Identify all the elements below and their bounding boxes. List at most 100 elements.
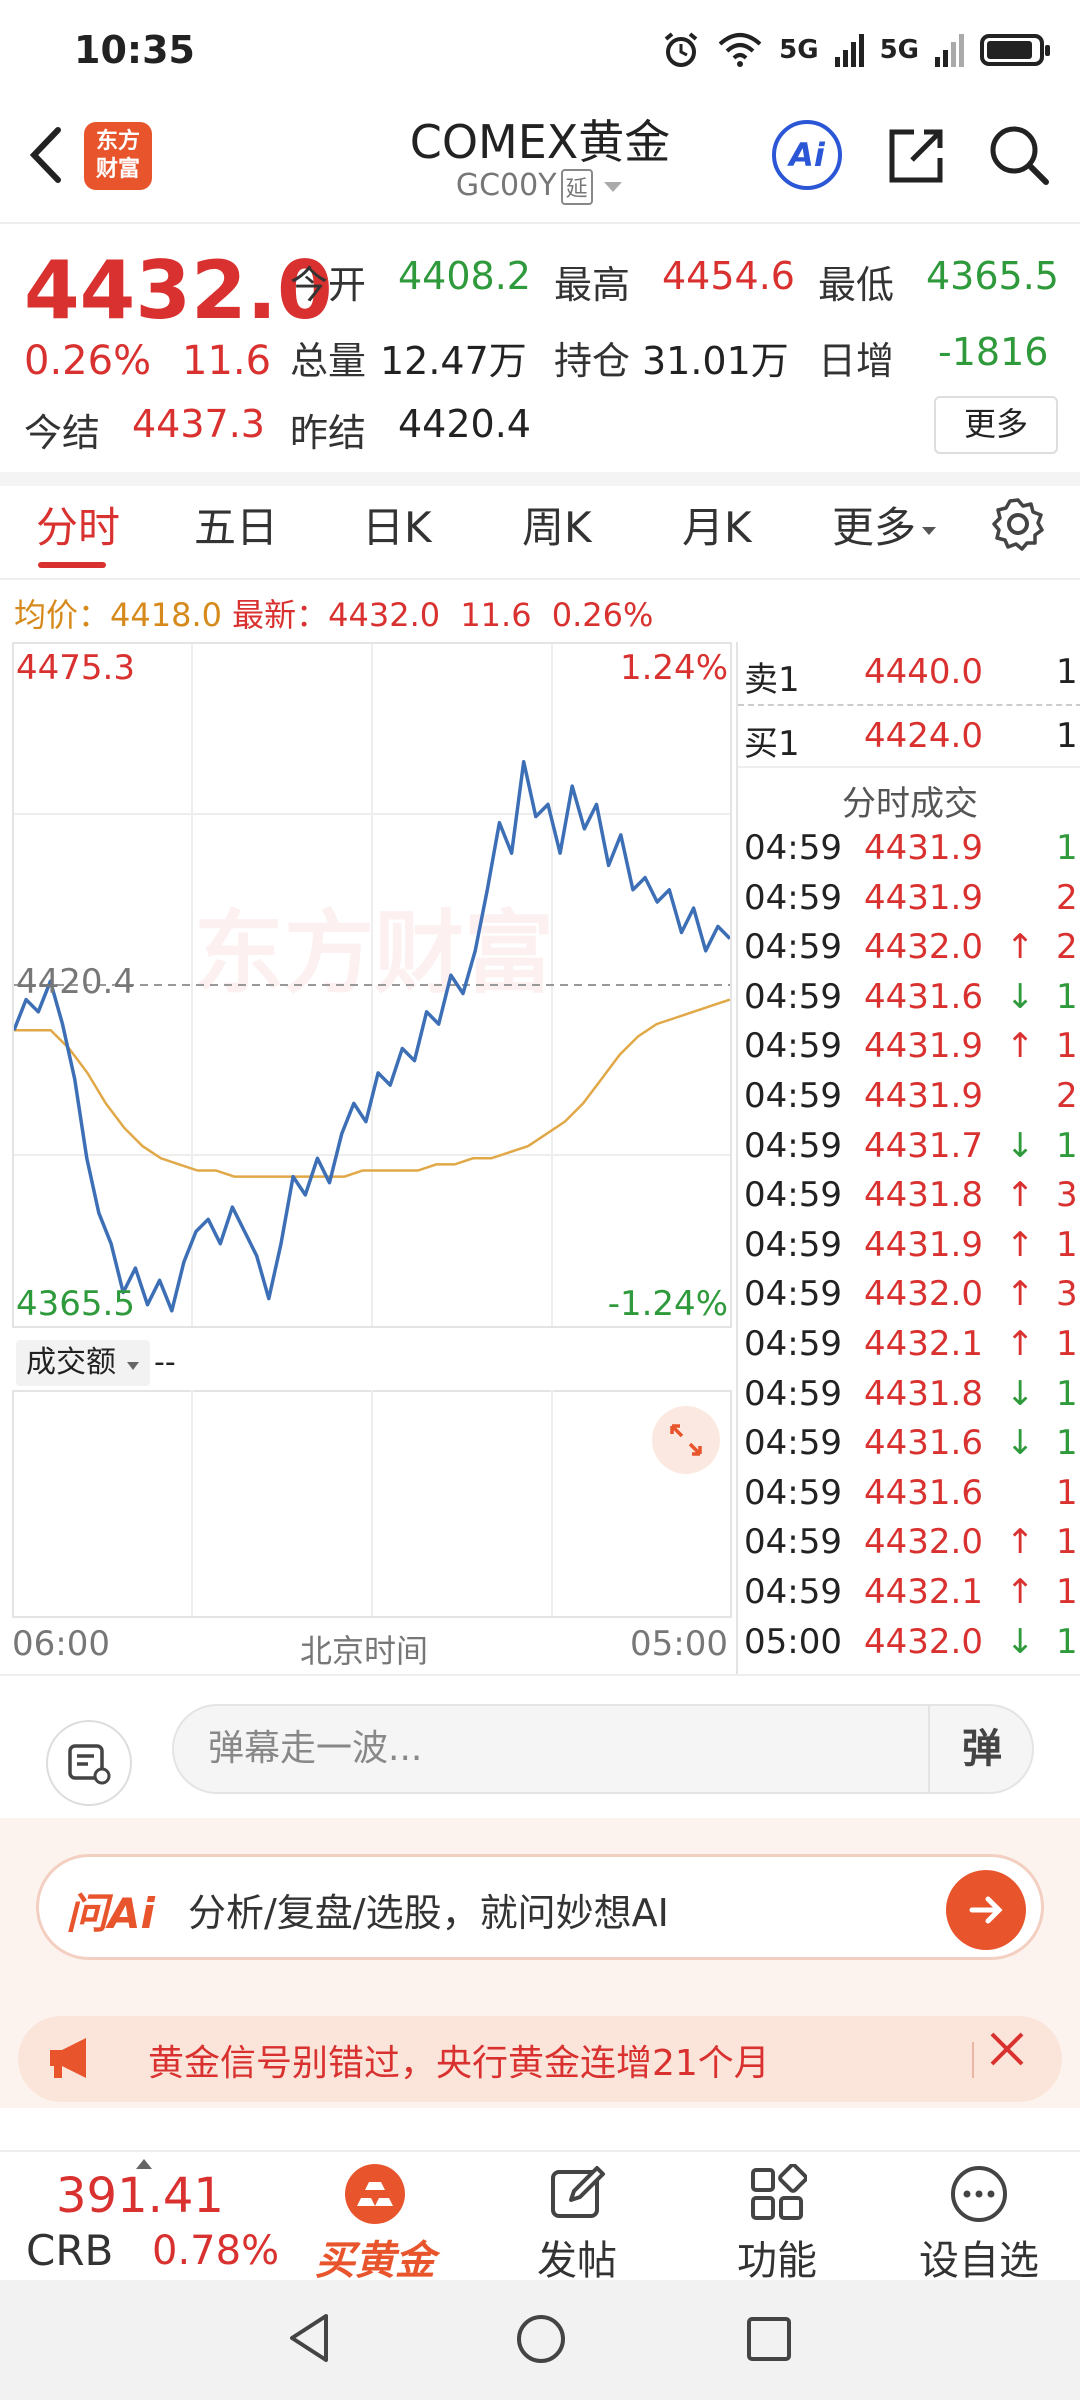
nav-post[interactable]: 发帖 [502, 2162, 652, 2286]
circle-home-icon [517, 2315, 565, 2363]
system-back-button[interactable] [284, 2310, 334, 2370]
ref-price-label: 4420.4 [16, 962, 135, 1002]
triangle-back-icon [290, 2314, 328, 2362]
nav-buy-gold[interactable]: 买黄金 [300, 2162, 450, 2286]
trade-time: 04:59 [744, 1373, 842, 1414]
volume-value: -- [154, 1345, 176, 1380]
trade-row: 04:59 4432.0 ↑ 2 [738, 927, 1080, 977]
section-gap [0, 472, 1080, 486]
trade-time: 04:59 [744, 1274, 842, 1315]
nav-functions[interactable]: 功能 [702, 2162, 852, 2286]
notice-divider [972, 2042, 974, 2078]
trade-time: 04:59 [744, 1026, 842, 1067]
trade-price: 4431.8 [864, 1175, 983, 1216]
arrow-right-icon [969, 1896, 1003, 1924]
system-recents-button[interactable] [744, 2314, 794, 2368]
trade-row: 04:59 4431.6 ↓ 1 [738, 977, 1080, 1027]
volume-select-label: 成交额 [26, 1345, 116, 1380]
pct-min-label: -1.24% [607, 1284, 728, 1324]
latest-percent: 0.26% [551, 596, 654, 634]
ask-price: 4440.0 [864, 652, 983, 692]
trade-price: 4431.6 [864, 976, 983, 1017]
ai-logo: 问Ai [66, 1889, 155, 1938]
trade-direction: ↑ [1006, 1026, 1035, 1067]
trade-price: 4431.9 [864, 1026, 983, 1067]
tab-daily-k[interactable]: 日K [362, 494, 432, 555]
trade-row: 04:59 4431.6 1 [738, 1473, 1080, 1523]
trade-row: 04:59 4431.9 2 [738, 878, 1080, 928]
trade-qty: 1 [1056, 1621, 1078, 1662]
index-percent[interactable]: 0.78% [152, 2228, 279, 2274]
signal-icon-2 [935, 33, 964, 67]
nav-post-label: 发帖 [537, 2238, 617, 2284]
volume-indicator-select[interactable]: 成交额 [16, 1340, 150, 1386]
trade-row: 04:59 4432.0 ↑ 1 [738, 1522, 1080, 1572]
trade-time: 05:00 [744, 1621, 842, 1662]
ai-go-button[interactable] [946, 1870, 1026, 1950]
nav-add-watchlist-label: 设自选 [919, 2238, 1039, 2284]
trade-qty: 1 [1056, 1522, 1078, 1563]
trade-time: 04:59 [744, 1224, 842, 1265]
barrage-input[interactable]: 弹幕走一波... [172, 1704, 1034, 1794]
trade-direction: ↓ [1006, 976, 1035, 1017]
trade-row: 04:59 4432.0 ↑ 3 [738, 1274, 1080, 1324]
more-dots-icon [951, 2166, 1007, 2222]
trade-direction: ↑ [1006, 1522, 1035, 1563]
expand-chart-button[interactable] [652, 1406, 720, 1474]
intraday-chart[interactable]: 东方财富 4475.3 1.24% 4420.4 4365.5 -1.24% [12, 642, 732, 1328]
trade-row: 04:59 4432.1 ↑ 1 [738, 1572, 1080, 1622]
bid-price: 4424.0 [864, 716, 983, 756]
trade-row: 04:59 4431.9 1 [738, 828, 1080, 878]
more-quote-button[interactable]: 更多 [934, 396, 1058, 454]
trade-price: 4432.0 [864, 1621, 983, 1662]
latest-value: 4432.0 [328, 596, 441, 634]
tab-monthly-k[interactable]: 月K [682, 494, 752, 555]
trade-direction: ↓ [1006, 1373, 1035, 1414]
ai-button[interactable]: Ai [772, 120, 842, 190]
gold-bar-icon [345, 2164, 405, 2224]
volume-chart[interactable] [12, 1390, 732, 1618]
trade-qty: 1 [1056, 1324, 1078, 1364]
trade-qty: 3 [1056, 1274, 1078, 1315]
chart-settings-button[interactable] [990, 496, 1046, 556]
trade-time: 04:59 [744, 927, 842, 968]
prev-settle-label: 昨结 [290, 411, 367, 455]
trade-qty: 1 [1056, 1125, 1078, 1166]
y-min-label: 4365.5 [16, 1284, 135, 1324]
trade-direction: ↑ [1006, 1274, 1035, 1315]
trade-price: 4432.0 [864, 1274, 983, 1315]
tab-more[interactable]: 更多 [832, 494, 938, 555]
ask-label: 卖1 [744, 660, 800, 700]
open-interest-label: 持仓 [554, 339, 631, 383]
low-value: 4365.5 [926, 254, 1059, 298]
tab-five-day[interactable]: 五日 [194, 494, 278, 555]
divider [0, 578, 1080, 580]
notice-close-button[interactable] [986, 2028, 1028, 2081]
trade-price: 4432.0 [864, 927, 983, 968]
x-mid-label: 北京时间 [300, 1632, 429, 1670]
gear-icon [992, 498, 1044, 551]
settle-value: 4437.3 [132, 402, 265, 446]
ask-qty: 1 [1056, 652, 1078, 692]
trade-price: 4432.1 [864, 1324, 983, 1364]
latest-change: 11.6 [460, 596, 532, 634]
network-type-2: 5G [879, 35, 919, 65]
grid-icon [751, 2164, 807, 2220]
barrage-send-button[interactable]: 弹 [928, 1706, 1034, 1792]
signal-icon [834, 33, 864, 67]
trade-direction: ↓ [1006, 1125, 1035, 1166]
share-button[interactable] [884, 124, 948, 192]
nav-add-watchlist[interactable]: 设自选 [904, 2162, 1054, 2286]
system-home-button[interactable] [514, 2312, 568, 2370]
barrage-settings-button[interactable] [46, 1720, 132, 1806]
trade-row: 04:59 4432.1 ↑ 1 [738, 1324, 1080, 1374]
index-value[interactable]: 391.41 [56, 2168, 224, 2224]
tab-weekly-k[interactable]: 周K [522, 494, 592, 555]
prev-settle-value: 4420.4 [398, 402, 531, 446]
index-name[interactable]: CRB [26, 2226, 113, 2275]
trade-time: 04:59 [744, 1423, 842, 1464]
divider [0, 1674, 1080, 1676]
x-start-label: 06:00 [12, 1624, 110, 1664]
tab-intraday[interactable]: 分时 [36, 494, 120, 555]
search-button[interactable] [986, 122, 1052, 192]
